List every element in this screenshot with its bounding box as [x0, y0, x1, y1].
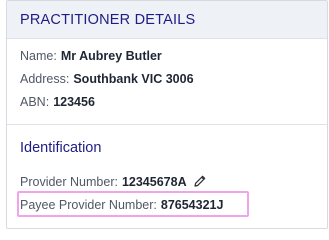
- address-row: Address: Southbank VIC 3006: [20, 72, 194, 86]
- abn-value: 123456: [53, 95, 95, 109]
- provider-number-row: Provider Number: 12345678A: [20, 174, 207, 189]
- abn-row: ABN: 123456: [20, 95, 95, 109]
- name-row: Name: Mr Aubrey Butler: [20, 49, 162, 63]
- address-value: Southbank VIC 3006: [73, 72, 194, 86]
- provider-number-label: Provider Number:: [20, 175, 118, 189]
- practitioner-details-card: PRACTITIONER DETAILS Name: Mr Aubrey Butl…: [6, 0, 328, 229]
- name-label: Name:: [20, 49, 57, 63]
- identification-title: Identification: [20, 140, 102, 156]
- section-divider: [7, 124, 327, 125]
- payee-provider-number-value: 87654321J: [160, 198, 224, 212]
- provider-number-value: 12345678A: [121, 175, 187, 189]
- payee-provider-number-label: Payee Provider Number:: [20, 198, 157, 212]
- card-header: PRACTITIONER DETAILS: [7, 1, 327, 39]
- abn-label: ABN:: [20, 95, 50, 109]
- address-label: Address:: [20, 72, 70, 86]
- name-value: Mr Aubrey Butler: [60, 49, 162, 63]
- card-title: PRACTITIONER DETAILS: [20, 12, 196, 28]
- payee-provider-number-row: Payee Provider Number: 87654321J: [20, 198, 223, 212]
- pencil-icon[interactable]: [193, 174, 207, 188]
